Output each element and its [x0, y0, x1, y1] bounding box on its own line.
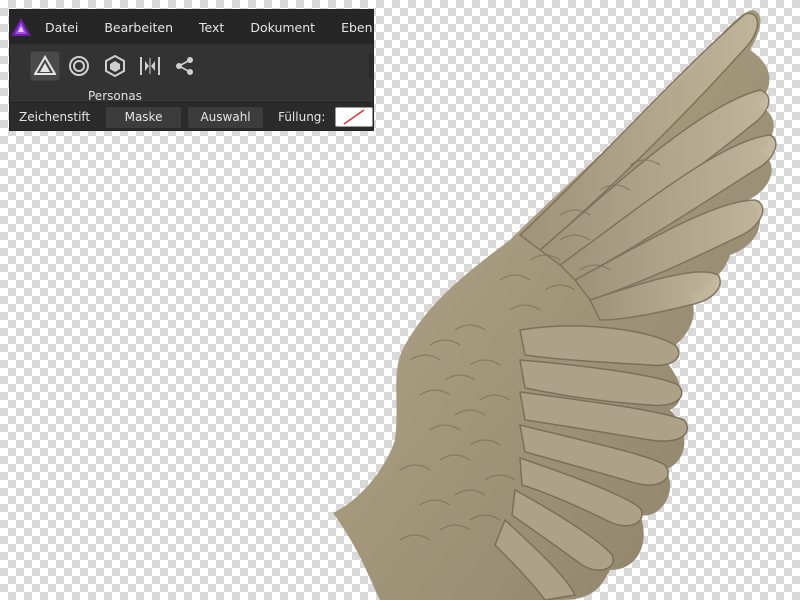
- tool-name-label: Zeichenstift: [19, 110, 91, 124]
- menu-bearbeiten[interactable]: Bearbeiten: [91, 20, 186, 35]
- affinity-designer-logo-icon[interactable]: [10, 10, 32, 44]
- menu-datei[interactable]: Datei: [32, 20, 91, 35]
- toolbar-divider: [369, 54, 372, 78]
- selection-button[interactable]: Auswahl: [187, 105, 265, 129]
- menu-ebene[interactable]: Ebene: [328, 20, 373, 35]
- ui-panel: Datei Bearbeiten Text Dokument Ebene: [10, 10, 373, 130]
- menu-bar: Datei Bearbeiten Text Dokument Ebene: [10, 10, 373, 44]
- context-toolbar: Zeichenstift Maske Auswahl Füllung:: [10, 102, 373, 130]
- designer-persona-icon[interactable]: [30, 51, 60, 81]
- menu-text[interactable]: Text: [186, 20, 237, 35]
- mask-button[interactable]: Maske: [105, 105, 183, 129]
- personas-label: Personas: [88, 89, 142, 103]
- persona-toolbar: Personas: [10, 44, 373, 108]
- fill-label: Füllung:: [278, 110, 326, 124]
- fill-none-swatch[interactable]: [335, 107, 373, 127]
- pixel-persona-icon[interactable]: [64, 51, 94, 81]
- export-persona-icon[interactable]: [100, 51, 130, 81]
- align-distribute-icon[interactable]: [135, 51, 165, 81]
- menu-dokument[interactable]: Dokument: [237, 20, 328, 35]
- share-icon[interactable]: [170, 51, 200, 81]
